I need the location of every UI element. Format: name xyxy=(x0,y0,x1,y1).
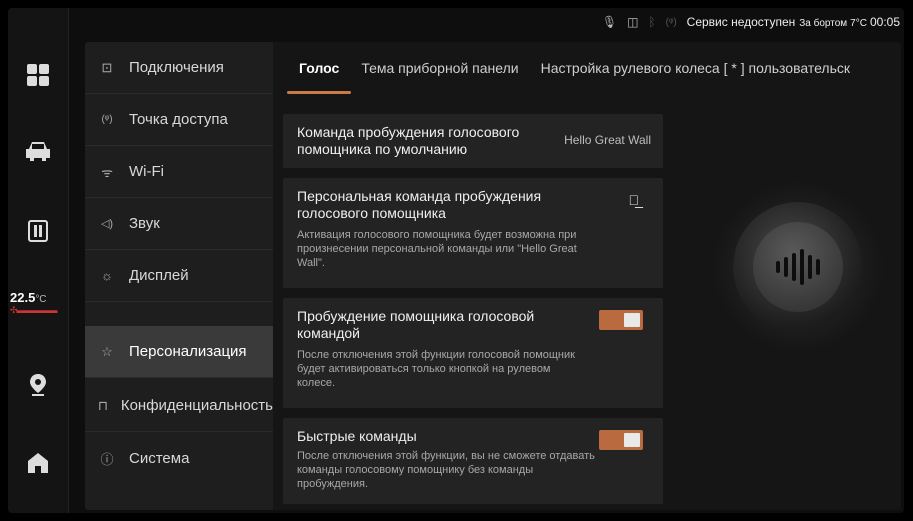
navigation-button[interactable] xyxy=(8,360,68,410)
settings-panel: ⊡ Подключения (ᵠ) Точка доступа ᯤ Wi-Fi … xyxy=(85,42,901,510)
microphone-icon: 🎙︎ xyxy=(601,15,618,29)
tab-dashboard-theme[interactable]: Тема приборной панели xyxy=(361,60,518,76)
speaker-icon: ◁) xyxy=(100,218,114,230)
left-dock: 22.5°C ✣▬▬▬▬▬ xyxy=(8,8,69,513)
nav-item-connections[interactable]: ⊡ Подключения xyxy=(85,42,273,94)
voice-wave-bar xyxy=(792,253,796,281)
lock-icon: ⊓ xyxy=(97,397,108,413)
clock: 00:05 xyxy=(869,15,900,29)
card-description: После отключения этой функции, вы не смо… xyxy=(297,450,595,490)
tab-voice[interactable]: Голос xyxy=(287,60,352,94)
card-title: Пробуждение помощника голосовой командой xyxy=(297,308,535,341)
card-custom-wake-word[interactable]: Персональная команда пробуждения голосов… xyxy=(283,178,663,288)
seat-icon xyxy=(28,220,48,242)
status-bar: 🎙︎ ◫ ᛒ (ᵠ) Сервис недоступен За бортом 7… xyxy=(68,8,904,36)
voice-wave-bar xyxy=(816,259,820,275)
service-status: Сервис недоступен xyxy=(686,15,796,29)
nav-item-privacy[interactable]: ⊓ Конфиденциальность xyxy=(85,380,273,432)
nav-item-label: Конфиденциальность xyxy=(120,397,273,414)
voice-wake-toggle[interactable] xyxy=(599,310,643,330)
outside-temp: 7°C xyxy=(850,18,867,29)
edit-pencil-icon[interactable]: ／̲ xyxy=(629,192,640,208)
apps-grid-icon xyxy=(27,64,49,86)
nav-item-personalization[interactable]: ☆ Персонализация xyxy=(85,326,273,378)
settings-content: Голос Тема приборной панели Настройка ру… xyxy=(273,42,901,510)
brightness-icon: ☼ xyxy=(101,268,113,283)
car-icon xyxy=(26,142,50,161)
nav-item-label: Точка доступа xyxy=(129,111,228,128)
home-icon xyxy=(28,453,48,473)
nav-item-hotspot[interactable]: (ᵠ) Точка доступа xyxy=(85,94,273,146)
nav-item-label: Персонализация xyxy=(129,343,247,360)
nav-item-label: Подключения xyxy=(129,59,224,76)
apps-button[interactable] xyxy=(8,50,68,100)
tab-steering-wheel[interactable]: Настройка рулевого колеса [ * ] пользова… xyxy=(541,60,850,76)
card-title: Команда пробуждения голосового помощника… xyxy=(297,124,520,157)
voice-assistant-orb-icon[interactable] xyxy=(733,202,863,332)
nav-item-label: Звук xyxy=(129,215,160,232)
nav-item-display[interactable]: ☼ Дисплей xyxy=(85,250,273,302)
toggle-knob xyxy=(624,433,640,447)
nav-item-label: Дисплей xyxy=(129,267,189,284)
wake-word-value: Hello Great Wall xyxy=(564,133,651,147)
toggle-knob xyxy=(624,313,640,327)
wifi-icon: ᯤ xyxy=(101,164,113,180)
card-voice-wake: Пробуждение помощника голосовой командой… xyxy=(283,298,663,408)
home-button[interactable] xyxy=(8,438,68,488)
card-description: После отключения этой функции голосовой … xyxy=(297,349,575,389)
hotspot-icon: (ᵠ) xyxy=(101,114,113,125)
voice-wave-bar xyxy=(800,249,804,285)
voice-wave-bar xyxy=(784,257,788,277)
voice-wave-bar xyxy=(808,255,812,279)
system-info-icon: ⓘ xyxy=(100,451,114,467)
temperature-value: 22.5 xyxy=(10,290,36,305)
hotspot-icon: (ᵠ) xyxy=(665,16,677,28)
tab-bar: Голос Тема приборной панели Настройка ру… xyxy=(273,42,901,94)
nav-item-system[interactable]: ⓘ Система xyxy=(85,432,273,484)
temperature-unit: °C xyxy=(35,294,47,305)
quick-commands-toggle[interactable] xyxy=(599,430,643,450)
voice-orb-inner xyxy=(753,222,843,312)
car-button[interactable] xyxy=(8,126,68,176)
nav-item-wifi[interactable]: ᯤ Wi-Fi xyxy=(85,146,273,198)
bluetooth-icon: ᛒ xyxy=(648,15,656,29)
fan-icon: ✣▬▬▬▬▬ xyxy=(10,305,58,315)
nav-item-label: Система xyxy=(129,449,190,467)
personalization-icon: ☆ xyxy=(101,343,113,359)
settings-nav: ⊡ Подключения (ᵠ) Точка доступа ᯤ Wi-Fi … xyxy=(85,42,273,510)
card-title: Персональная команда пробуждения голосов… xyxy=(297,188,542,221)
outside-temp-label: За бортом xyxy=(799,18,848,29)
voice-wave-bar xyxy=(776,261,780,273)
screen: 22.5°C ✣▬▬▬▬▬ 🎙︎ ◫ ᛒ (ᵠ) Сервис недоступ… xyxy=(8,8,904,513)
card-quick-commands: Быстрые команды После отключения этой фу… xyxy=(283,418,663,504)
nav-item-label: Wi-Fi xyxy=(129,163,164,180)
connection-icon: ⊡ xyxy=(101,59,113,75)
vibrate-icon: ◫ xyxy=(627,15,639,29)
climate-temperature[interactable]: 22.5°C ✣▬▬▬▬▬ xyxy=(8,290,70,316)
location-pin-icon xyxy=(30,374,46,396)
nav-item-sound[interactable]: ◁) Звук xyxy=(85,198,273,250)
vehicle-settings-button[interactable] xyxy=(8,206,68,256)
card-title: Быстрые команды xyxy=(297,428,417,444)
card-default-wake-word[interactable]: Команда пробуждения голосового помощника… xyxy=(283,114,663,168)
card-description: Активация голосового помощника будет воз… xyxy=(297,229,577,269)
